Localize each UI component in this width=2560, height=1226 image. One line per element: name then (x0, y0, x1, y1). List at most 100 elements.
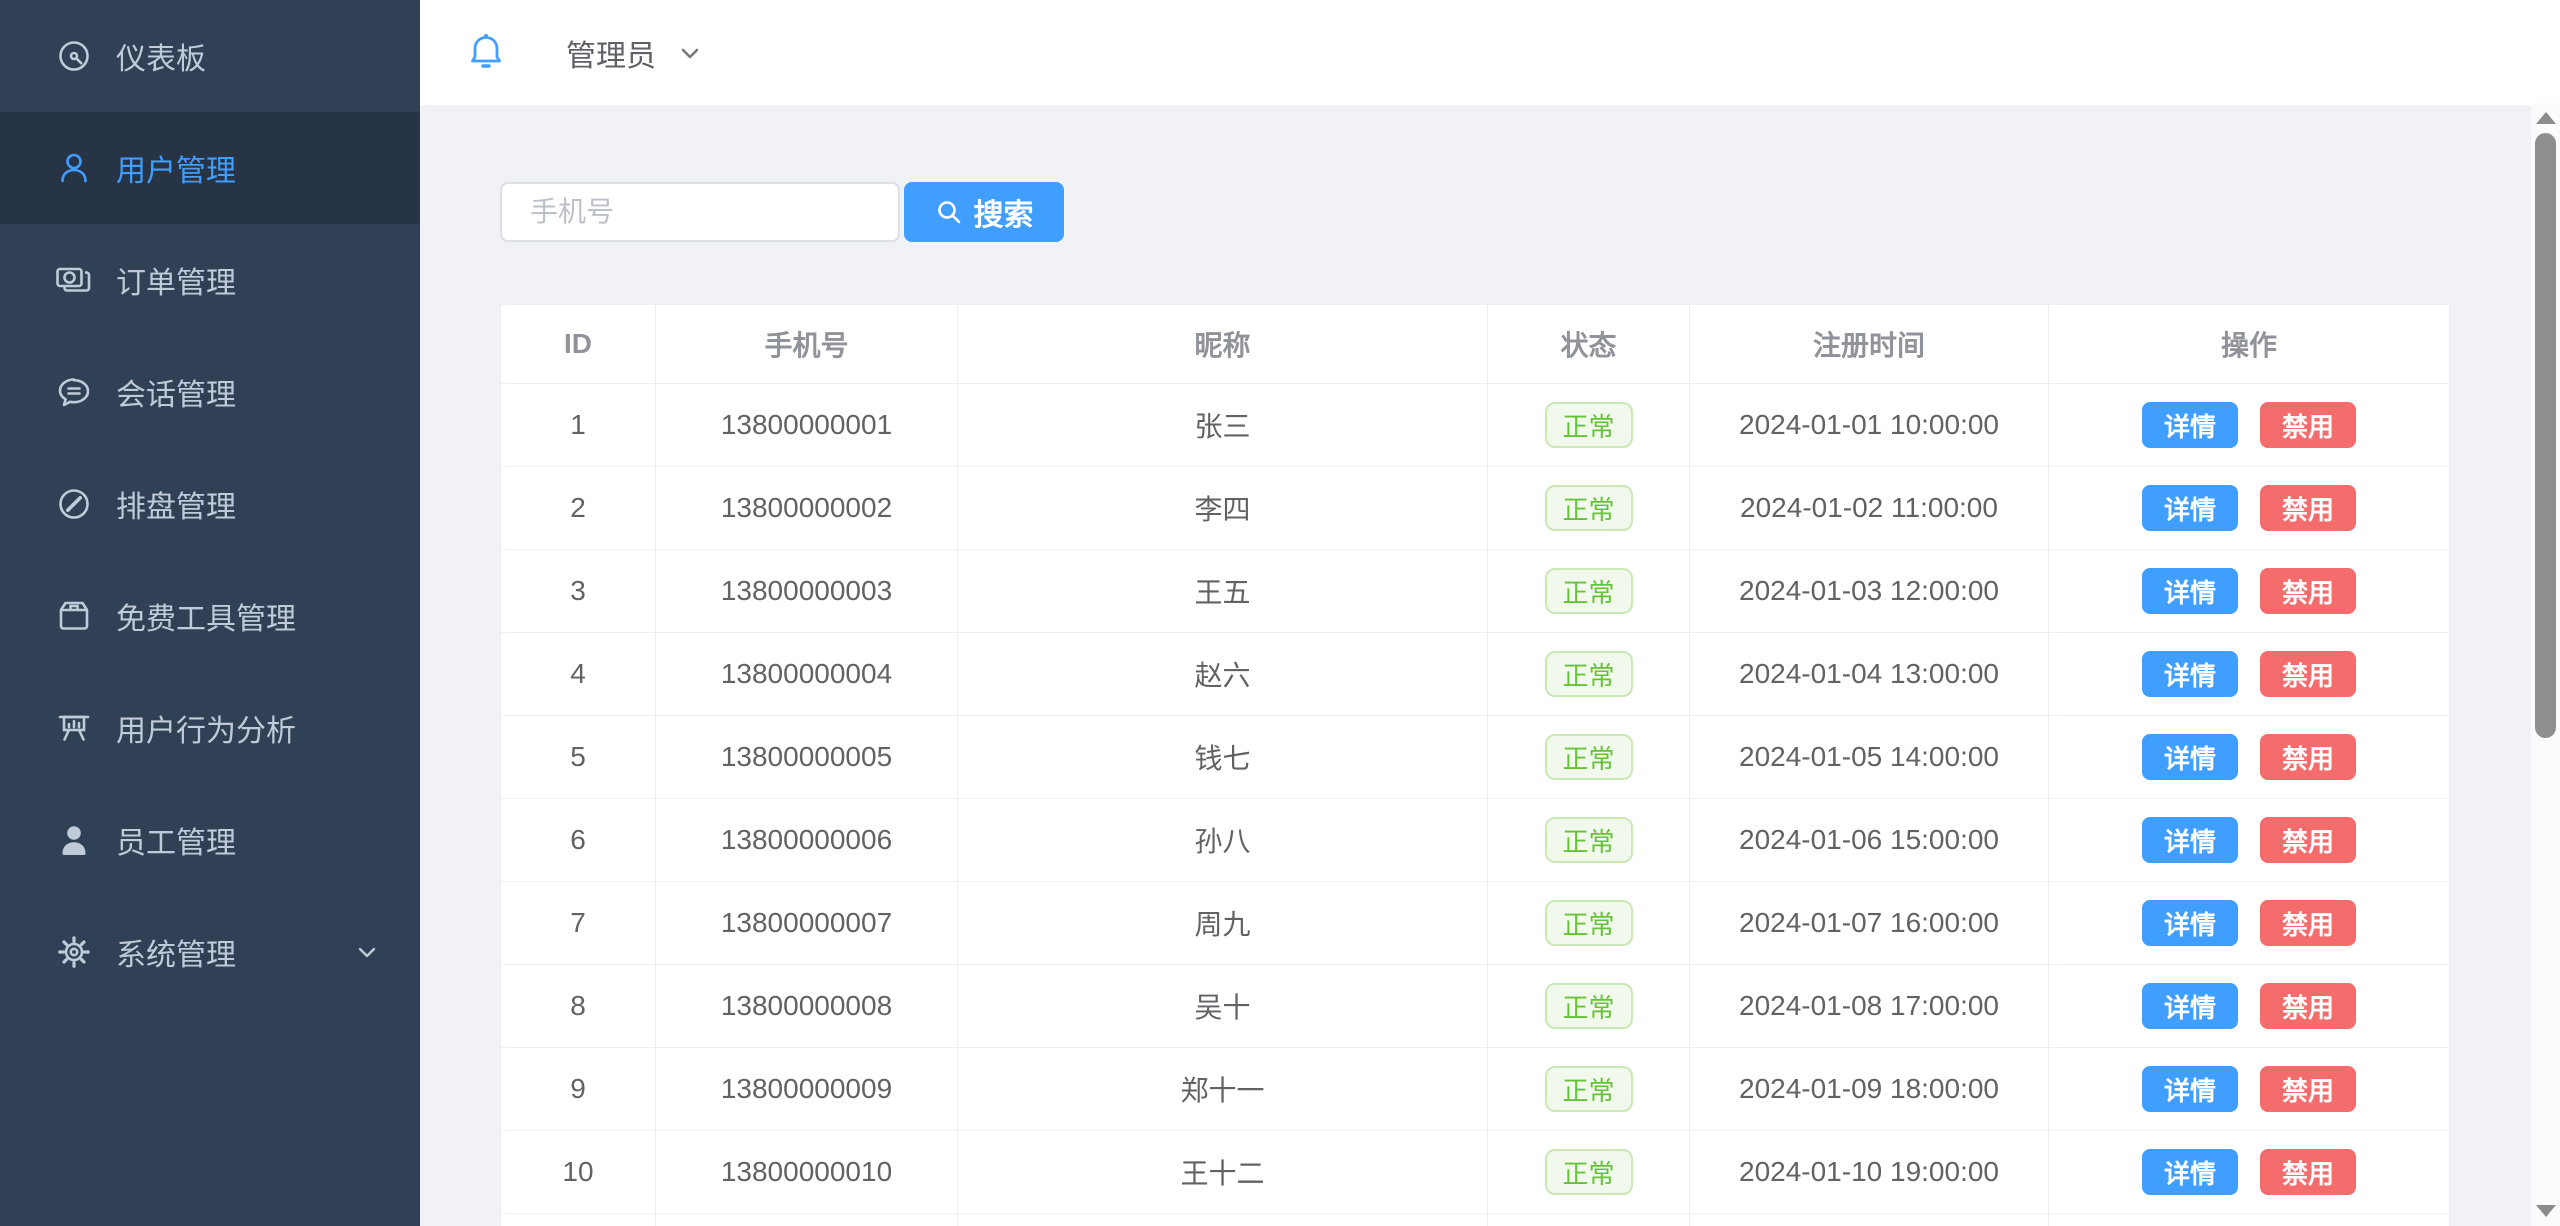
cell-nickname: 孙八 (958, 799, 1488, 882)
topbar: 管理员 (420, 0, 2560, 105)
detail-button[interactable]: 详情 (2142, 983, 2238, 1029)
cell-nickname: 钱七 (958, 716, 1488, 799)
cell-id: 5 (501, 716, 656, 799)
cell-id: 8 (501, 965, 656, 1048)
disable-button[interactable]: 禁用 (2260, 402, 2356, 448)
cell-phone: 13800000010 (656, 1131, 958, 1214)
cell-actions: 详情 禁用 (2049, 467, 2449, 550)
column-header-phone: 手机号 (656, 305, 958, 384)
detail-button[interactable]: 详情 (2142, 402, 2238, 448)
sidebar-item-paipan-management[interactable]: 排盘管理 (0, 448, 420, 560)
disable-button[interactable]: 禁用 (2260, 983, 2356, 1029)
detail-button[interactable]: 详情 (2142, 485, 2238, 531)
status-badge: 正常 (1545, 1149, 1633, 1195)
cell-phone: 13800000003 (656, 550, 958, 633)
sidebar-item-user-management[interactable]: 用户管理 (0, 112, 420, 224)
cell-phone: 13800000002 (656, 467, 958, 550)
search-icon (935, 198, 963, 226)
sidebar-item-staff-management[interactable]: 员工管理 (0, 784, 420, 896)
cell-actions: 详情 禁用 (2049, 716, 2449, 799)
scrollbar-down-arrow[interactable] (2536, 1205, 2556, 1217)
cell-registered-at: 2024-01-10 19:00:00 (1690, 1131, 2049, 1214)
box-icon (54, 596, 94, 636)
disable-button[interactable]: 禁用 (2260, 1149, 2356, 1195)
cell-status: 正常 (1488, 384, 1690, 467)
notifications-button[interactable] (466, 31, 506, 75)
cell-registered-at: 2024-01-05 14:00:00 (1690, 716, 2049, 799)
disable-button[interactable]: 禁用 (2260, 900, 2356, 946)
sidebar: 仪表板 用户管理 订单管理 会话管理 排盘管理 (0, 0, 420, 1226)
cell-phone: 13800000005 (656, 716, 958, 799)
table-row: 5 13800000005 钱七 正常 2024-01-05 14:00:00 … (501, 716, 2449, 799)
sidebar-item-dashboard[interactable]: 仪表板 (0, 0, 420, 112)
table-row: 3 13800000003 王五 正常 2024-01-03 12:00:00 … (501, 550, 2449, 633)
disable-button[interactable]: 禁用 (2260, 568, 2356, 614)
cell-phone (656, 1214, 958, 1226)
cell-registered-at: 2024-01-08 17:00:00 (1690, 965, 2049, 1048)
status-badge: 正常 (1545, 485, 1633, 531)
sidebar-item-free-tools-management[interactable]: 免费工具管理 (0, 560, 420, 672)
status-badge: 正常 (1545, 1066, 1633, 1112)
cell-actions: 详情 禁用 (2049, 1131, 2449, 1214)
disable-button[interactable]: 禁用 (2260, 485, 2356, 531)
status-badge: 正常 (1545, 817, 1633, 863)
users-table: ID 手机号 昵称 状态 注册时间 操作 1 13800000001 张三 正常… (500, 304, 2450, 1226)
table-row: 2 13800000002 李四 正常 2024-01-02 11:00:00 … (501, 467, 2449, 550)
cell-phone: 13800000008 (656, 965, 958, 1048)
column-header-actions: 操作 (2049, 305, 2449, 384)
detail-button[interactable]: 详情 (2142, 734, 2238, 780)
status-badge: 正常 (1545, 402, 1633, 448)
chat-icon (54, 372, 94, 412)
cell-id: 7 (501, 882, 656, 965)
sidebar-item-label: 订单管理 (116, 258, 236, 302)
dashboard-icon (54, 36, 94, 76)
cell-id: 3 (501, 550, 656, 633)
detail-button[interactable]: 详情 (2142, 651, 2238, 697)
table-row (501, 1214, 2449, 1226)
sidebar-item-session-management[interactable]: 会话管理 (0, 336, 420, 448)
cell-id (501, 1214, 656, 1226)
cell-status: 正常 (1488, 965, 1690, 1048)
status-badge: 正常 (1545, 568, 1633, 614)
sidebar-item-system-management[interactable]: 系统管理 (0, 896, 420, 1008)
scrollbar-thumb[interactable] (2535, 133, 2556, 738)
column-header-registered-at: 注册时间 (1690, 305, 2049, 384)
sidebar-item-order-management[interactable]: 订单管理 (0, 224, 420, 336)
cell-status: 正常 (1488, 799, 1690, 882)
detail-button[interactable]: 详情 (2142, 900, 2238, 946)
staff-icon (54, 820, 94, 860)
bell-icon (466, 31, 506, 75)
sidebar-item-user-behavior-analytics[interactable]: 用户行为分析 (0, 672, 420, 784)
cell-phone: 13800000004 (656, 633, 958, 716)
cell-registered-at: 2024-01-06 15:00:00 (1690, 799, 2049, 882)
user-menu[interactable]: 管理员 (566, 31, 704, 75)
detail-button[interactable]: 详情 (2142, 1149, 2238, 1195)
compass-icon (54, 484, 94, 524)
disable-button[interactable]: 禁用 (2260, 817, 2356, 863)
search-button[interactable]: 搜索 (904, 182, 1064, 242)
cell-actions: 详情 禁用 (2049, 965, 2449, 1048)
disable-button[interactable]: 禁用 (2260, 651, 2356, 697)
vertical-scrollbar (2531, 103, 2560, 1226)
cell-actions: 详情 禁用 (2049, 384, 2449, 467)
detail-button[interactable]: 详情 (2142, 817, 2238, 863)
table-row: 4 13800000004 赵六 正常 2024-01-04 13:00:00 … (501, 633, 2449, 716)
disable-button[interactable]: 禁用 (2260, 1066, 2356, 1112)
cell-nickname: 王五 (958, 550, 1488, 633)
detail-button[interactable]: 详情 (2142, 568, 2238, 614)
detail-button[interactable]: 详情 (2142, 1066, 2238, 1112)
cell-registered-at: 2024-01-09 18:00:00 (1690, 1048, 2049, 1131)
gear-icon (54, 932, 94, 972)
cell-status: 正常 (1488, 716, 1690, 799)
cell-status: 正常 (1488, 550, 1690, 633)
chevron-down-icon (354, 939, 380, 965)
scrollbar-up-arrow[interactable] (2536, 112, 2556, 124)
column-header-nickname: 昵称 (958, 305, 1488, 384)
phone-search-input[interactable] (500, 182, 900, 242)
sidebar-item-label: 仪表板 (116, 34, 206, 78)
disable-button[interactable]: 禁用 (2260, 734, 2356, 780)
cell-registered-at: 2024-01-01 10:00:00 (1690, 384, 2049, 467)
column-header-status: 状态 (1488, 305, 1690, 384)
table-row: 7 13800000007 周九 正常 2024-01-07 16:00:00 … (501, 882, 2449, 965)
cell-nickname: 王十二 (958, 1131, 1488, 1214)
